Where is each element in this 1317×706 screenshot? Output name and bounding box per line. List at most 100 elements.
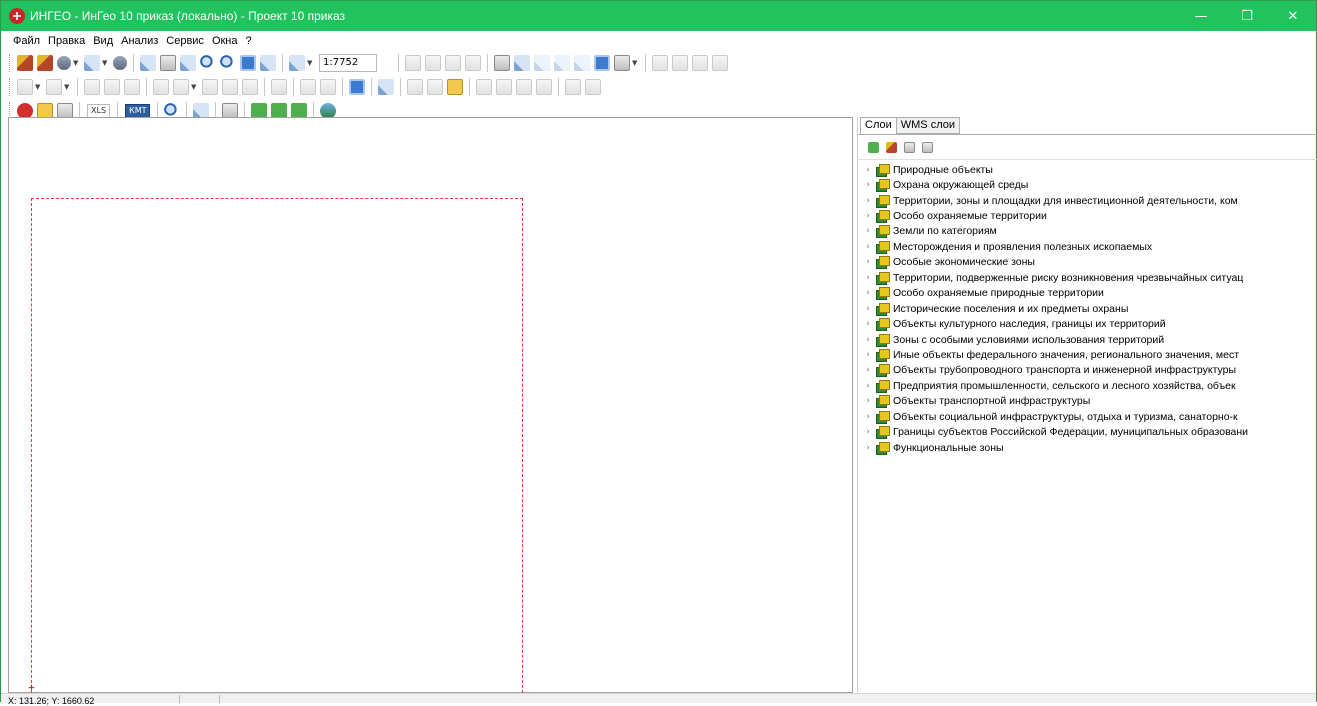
fill-icon[interactable]: [614, 55, 630, 71]
menu-windows[interactable]: Окна: [208, 35, 242, 47]
layer-tree-item[interactable]: › Особо охраняемые территории: [862, 208, 1314, 224]
chevron-down-icon[interactable]: ▼: [191, 83, 198, 91]
cut-icon[interactable]: [242, 79, 258, 95]
chevron-down-icon[interactable]: ▼: [307, 59, 314, 67]
layer-tree-item[interactable]: › Особые экономические зоны: [862, 255, 1314, 270]
layer-tree-item[interactable]: › Месторождения и проявления полезных иск…: [862, 239, 1314, 254]
chevron-right-icon[interactable]: ›: [862, 180, 874, 190]
pointer-icon[interactable]: [494, 55, 510, 71]
bring-front-icon[interactable]: [320, 79, 336, 95]
layer-add-icon[interactable]: [17, 55, 33, 71]
layer-tree-item[interactable]: › Особо охраняемые природные территории: [862, 286, 1314, 301]
minimize-button[interactable]: —: [1178, 1, 1224, 31]
chevron-right-icon[interactable]: ›: [862, 396, 874, 406]
unlock-icon[interactable]: [536, 79, 552, 95]
layers-manager-icon[interactable]: [868, 141, 879, 153]
chevron-right-icon[interactable]: ›: [862, 350, 874, 360]
layer-tree-item[interactable]: › Объекты социальной инфраструктуры, отды…: [862, 409, 1314, 424]
distribute-icon[interactable]: [427, 79, 443, 95]
zoom-extent-icon[interactable]: [240, 55, 256, 71]
properties-icon[interactable]: [445, 55, 461, 71]
zoom-previous-icon[interactable]: [260, 55, 276, 71]
layer-tree-item[interactable]: › Объекты трубопроводного транспорта и ин…: [862, 363, 1314, 378]
zoom-box-icon[interactable]: [180, 55, 196, 71]
select-pointer-icon[interactable]: [514, 55, 530, 71]
layer-style-icon[interactable]: [886, 141, 897, 153]
attribute-icon[interactable]: [271, 79, 287, 95]
layer-tree-item[interactable]: › Природные объекты: [862, 162, 1314, 177]
select-rect-icon[interactable]: [534, 55, 550, 71]
layer-tree-item[interactable]: › Объекты культурного наследия, границы и…: [862, 316, 1314, 332]
grid-snap-icon[interactable]: [672, 55, 688, 71]
menu-analysis[interactable]: Анализ: [117, 35, 162, 47]
chevron-right-icon[interactable]: ›: [862, 273, 874, 283]
chevron-right-icon[interactable]: ›: [862, 288, 874, 298]
group-icon[interactable]: [476, 79, 492, 95]
chevron-right-icon[interactable]: ›: [862, 335, 874, 345]
scale-icon[interactable]: [289, 55, 305, 71]
tab-wms-layers[interactable]: WMS слои: [895, 117, 960, 134]
tab-layers[interactable]: Слои: [860, 117, 897, 135]
scale-input[interactable]: 1:7752: [319, 54, 377, 72]
map-canvas[interactable]: [8, 117, 853, 698]
collapse-icon[interactable]: [904, 141, 915, 153]
restore-button[interactable]: ❐: [1224, 1, 1270, 31]
chevron-right-icon[interactable]: ›: [862, 443, 874, 453]
layer-tree-item[interactable]: › Объекты транспортной инфраструктуры: [862, 394, 1314, 409]
undo-icon[interactable]: [349, 79, 365, 95]
chevron-down-icon[interactable]: ▼: [73, 59, 80, 67]
chevron-down-icon[interactable]: ▼: [64, 83, 71, 91]
grid-cross-icon[interactable]: [692, 55, 708, 71]
layer-tree-item[interactable]: › Территории, подверженные риску возникно…: [862, 270, 1314, 285]
copy-icon[interactable]: [405, 55, 421, 71]
edit-object-icon[interactable]: [17, 79, 33, 95]
label-icon[interactable]: [447, 79, 463, 95]
chevron-down-icon[interactable]: ▼: [632, 59, 639, 67]
kmt-button[interactable]: КМТ: [125, 104, 151, 118]
node-move-icon[interactable]: [104, 79, 120, 95]
clear-style-icon[interactable]: [585, 79, 601, 95]
chevron-down-icon[interactable]: ▼: [102, 59, 109, 67]
chevron-right-icon[interactable]: ›: [862, 226, 874, 236]
select-polygon-icon[interactable]: [574, 55, 590, 71]
close-button[interactable]: ✕: [1270, 1, 1316, 31]
chevron-right-icon[interactable]: ›: [862, 196, 874, 206]
layer-tree-item[interactable]: › Иные объекты федерального значения, рег…: [862, 347, 1314, 362]
layer-tree-item[interactable]: › Территории, зоны и площадки для инвести…: [862, 193, 1314, 208]
chevron-right-icon[interactable]: ›: [862, 381, 874, 391]
select-lasso-icon[interactable]: [554, 55, 570, 71]
block-icon[interactable]: [300, 79, 316, 95]
zoom-in-icon[interactable]: [200, 55, 216, 71]
style-icon[interactable]: [565, 79, 581, 95]
merge-icon[interactable]: [222, 79, 238, 95]
chevron-right-icon[interactable]: ›: [862, 427, 874, 437]
layer-tree-item[interactable]: › Функциональные зоны: [862, 440, 1314, 455]
layer-tree-item[interactable]: › Зоны с особыми условиями использования …: [862, 332, 1314, 347]
draw-line-icon[interactable]: [153, 79, 169, 95]
align-icon[interactable]: [407, 79, 423, 95]
toolbar-grip[interactable]: [9, 54, 12, 72]
ungroup-icon[interactable]: [496, 79, 512, 95]
grid-icon[interactable]: [652, 55, 668, 71]
chevron-right-icon[interactable]: ›: [862, 165, 874, 175]
grid-settings-icon[interactable]: [712, 55, 728, 71]
select-area-icon[interactable]: [140, 55, 156, 71]
table-icon[interactable]: [465, 55, 481, 71]
toolbar-grip[interactable]: [9, 78, 12, 96]
eraser-icon[interactable]: [57, 56, 71, 70]
chevron-right-icon[interactable]: ›: [862, 257, 874, 267]
node-edit-icon[interactable]: [84, 79, 100, 95]
chevron-right-icon[interactable]: ›: [862, 365, 874, 375]
chevron-right-icon[interactable]: ›: [862, 412, 874, 422]
chevron-right-icon[interactable]: ›: [862, 242, 874, 252]
zoom-out-icon[interactable]: [220, 55, 236, 71]
chevron-right-icon[interactable]: ›: [862, 211, 874, 221]
lock-icon[interactable]: [516, 79, 532, 95]
title-bar[interactable]: ИНГЕО - ИнГео 10 приказ (локально) - Про…: [1, 1, 1316, 31]
chevron-right-icon[interactable]: ›: [862, 304, 874, 314]
menu-file[interactable]: Файл: [9, 35, 44, 47]
draw-shape-icon[interactable]: [173, 79, 189, 95]
layer-tree-item[interactable]: › Границы субъектов Российской Федерации,…: [862, 424, 1314, 440]
expand-all-icon[interactable]: [922, 141, 933, 153]
export-xls-button[interactable]: XLS: [87, 104, 111, 118]
